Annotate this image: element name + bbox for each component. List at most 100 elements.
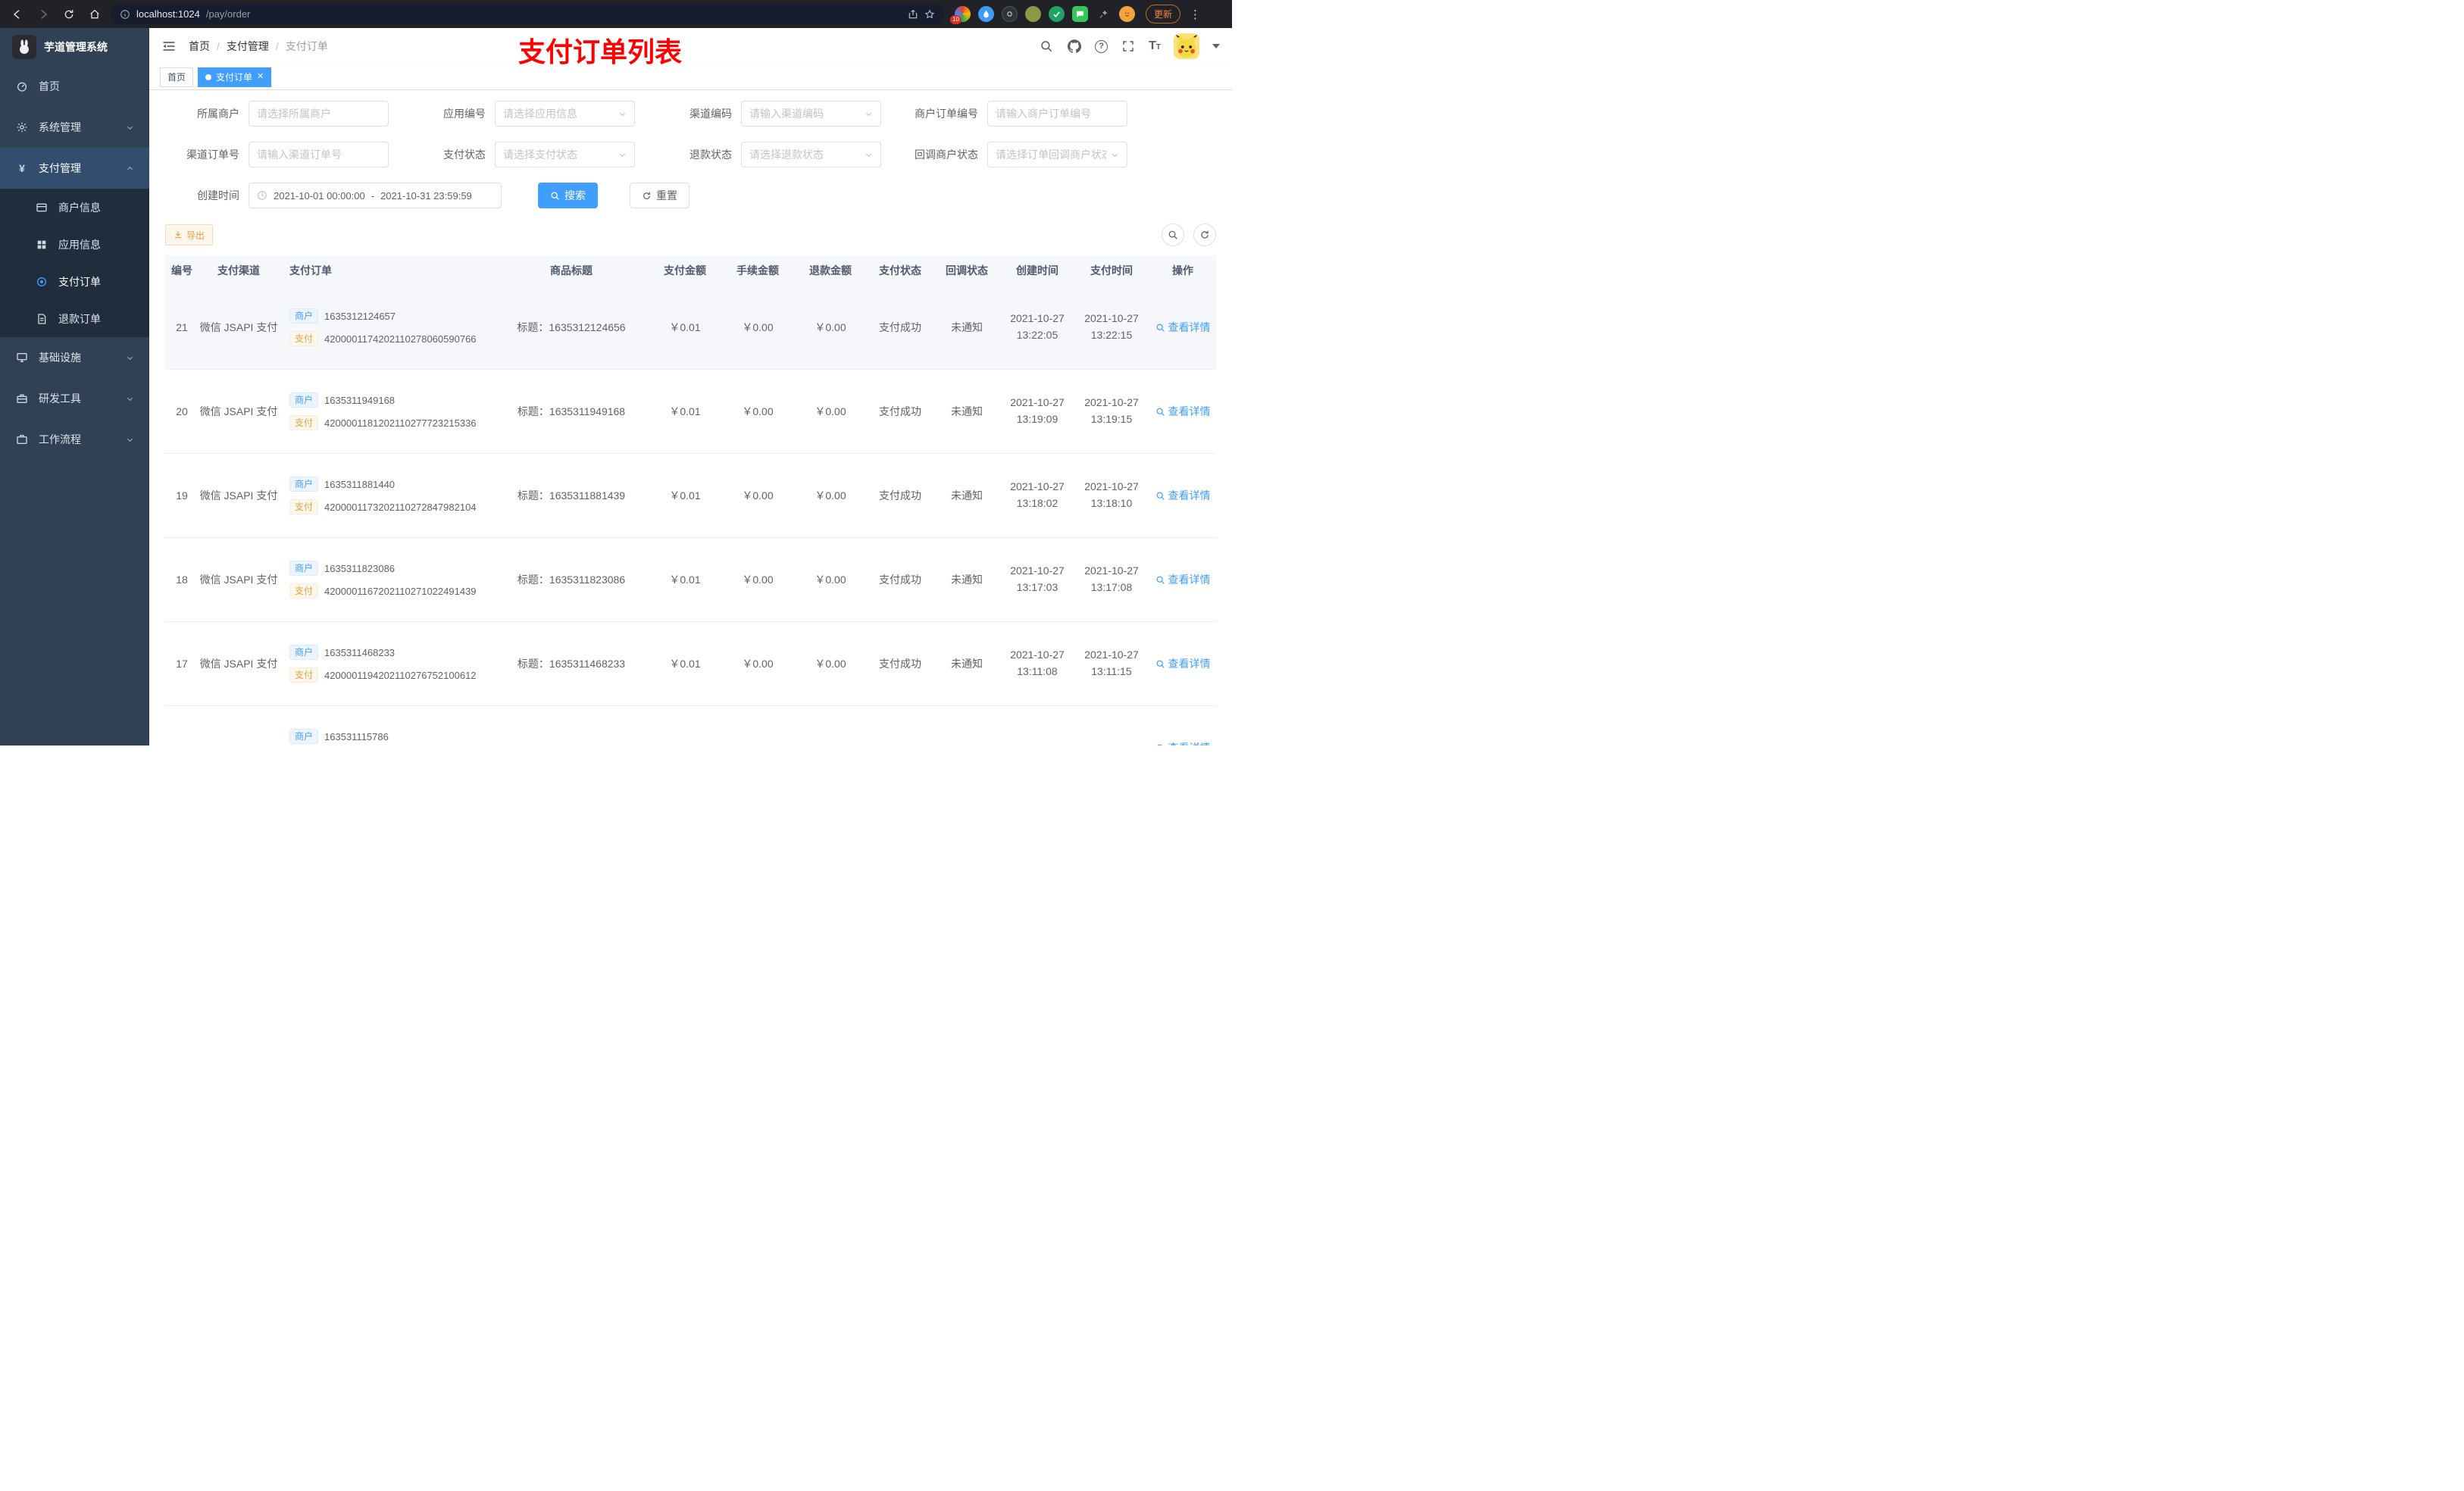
channel-code-select[interactable]: 请输入渠道编码 [741, 101, 881, 127]
sidebar-item-label: 应用信息 [58, 238, 101, 251]
reset-button[interactable]: 重置 [630, 183, 689, 208]
merchant-select[interactable]: 请选择所属商户 [249, 101, 389, 127]
back-icon[interactable] [8, 5, 27, 24]
refresh-table-button[interactable] [1193, 223, 1216, 246]
search-icon[interactable] [1039, 39, 1054, 54]
profile-avatar-icon[interactable] [1119, 6, 1135, 22]
sidebar-item-infrastructure[interactable]: 基础设施 [0, 337, 149, 378]
bookmark-star-icon[interactable] [924, 9, 935, 20]
sidebar-item-workflow[interactable]: 工作流程 [0, 419, 149, 460]
filter-field-merchant: 所属商户 请选择所属商户 [165, 101, 389, 127]
date-separator: - [371, 189, 375, 202]
cell-id: 17 [176, 658, 188, 670]
table-row: 19 微信 JSAPI 支付 商户 1635311881440 支付 42000… [165, 454, 1216, 538]
active-dot-icon [205, 73, 212, 80]
cell-refund: ￥0.00 [815, 321, 846, 333]
sidebar-item-pay-order[interactable]: 支付订单 [0, 263, 149, 300]
close-icon[interactable]: ✕ [257, 73, 264, 81]
table-row: 20 微信 JSAPI 支付 商户 1635311949168 支付 42000… [165, 370, 1216, 454]
table-row: 商户 163531115786 支付 查看详情 [165, 706, 1216, 746]
sidebar-item-merchant-info[interactable]: 商户信息 [0, 189, 149, 226]
cell-action: 查看详情 [1149, 320, 1217, 335]
merchant-order-no-input[interactable]: 请输入商户订单编号 [987, 101, 1127, 127]
extension-chat-icon[interactable] [1072, 6, 1088, 22]
col-pay-time: 支付时间 [1090, 264, 1133, 277]
create-date: 2021-10-27 [1010, 312, 1065, 325]
cell-notify: 未通知 [951, 658, 983, 670]
chevron-down-icon [865, 151, 873, 159]
merchant-order-no: 1635312124657 [324, 310, 396, 322]
pay-status-select[interactable]: 请选择支付状态 [495, 142, 635, 167]
tab-label: 支付订单 [216, 72, 253, 83]
sidebar-item-system[interactable]: 系统管理 [0, 107, 149, 148]
sidebar-fold-icon[interactable] [161, 39, 177, 54]
date-range-input[interactable]: 2021-10-01 00:00:00 - 2021-10-31 23:59:5… [249, 183, 502, 208]
logo-image [12, 35, 36, 59]
cell-refund: ￥0.00 [815, 658, 846, 670]
sidebar-item-label: 支付订单 [58, 275, 101, 288]
reload-icon[interactable] [59, 5, 79, 24]
refund-status-select[interactable]: 请选择退款状态 [741, 142, 881, 167]
merchant-tag: 商户 [289, 477, 319, 492]
app-id-select[interactable]: 请选择应用信息 [495, 101, 635, 127]
export-button[interactable]: 导出 [165, 224, 214, 245]
view-detail-link[interactable]: 查看详情 [1155, 572, 1211, 587]
sidebar-logo[interactable]: 芋道管理系统 [0, 28, 149, 66]
page-content: 所属商户 请选择所属商户 应用编号 请选择应用信息 渠道编码 请输入渠道编码 商… [149, 90, 1232, 746]
merchant-order-no: 163531115786 [324, 730, 389, 742]
sidebar-item-dev-tools[interactable]: 研发工具 [0, 378, 149, 419]
filter-field-notify-status: 回调商户状态 请选择订单回调商户状态 [904, 142, 1127, 167]
cell-notify: 未通知 [951, 321, 983, 333]
placeholder-text: 请输入渠道订单号 [257, 148, 342, 161]
extension-olive-icon[interactable] [1025, 6, 1041, 22]
notify-status-select[interactable]: 请选择订单回调商户状态 [987, 142, 1127, 167]
sidebar-item-label: 系统管理 [39, 121, 81, 133]
extension-pin-icon[interactable] [1096, 6, 1112, 22]
cell-create-time: 2021-10-27 13:11:08 [1000, 647, 1074, 680]
cell-id: 19 [176, 489, 188, 502]
tab-pay-order[interactable]: 支付订单 ✕ [198, 67, 272, 87]
breadcrumb-pay-management[interactable]: 支付管理 [227, 39, 269, 54]
extension-colorful-icon[interactable]: 10 [950, 6, 971, 24]
toggle-search-button[interactable] [1162, 223, 1184, 246]
document-icon [35, 312, 48, 326]
view-detail-link[interactable]: 查看详情 [1155, 656, 1211, 671]
tab-home[interactable]: 首页 [160, 67, 194, 87]
channel-order-no-input[interactable]: 请输入渠道订单号 [249, 142, 389, 167]
filter-label: 支付状态 [443, 148, 486, 161]
cell-amount: ￥0.01 [669, 405, 701, 417]
view-detail-link[interactable]: 查看详情 [1155, 740, 1211, 746]
cell-pay-order: 商户 1635311881440 支付 42000011732021102728… [279, 477, 494, 514]
avatar-caret-icon[interactable] [1212, 44, 1220, 48]
view-detail-link[interactable]: 查看详情 [1155, 320, 1211, 335]
chrome-menu-icon[interactable]: ⋮ [1187, 8, 1204, 21]
cell-amount: ￥0.01 [669, 658, 701, 670]
extension-dark-icon[interactable] [1002, 6, 1018, 22]
breadcrumb-separator: / [217, 40, 220, 52]
sidebar-item-label: 工作流程 [39, 433, 81, 445]
fullscreen-icon[interactable] [1121, 39, 1136, 54]
sidebar-item-home[interactable]: 首页 [0, 66, 149, 107]
github-icon[interactable] [1067, 39, 1082, 54]
view-detail-link[interactable]: 查看详情 [1155, 404, 1211, 419]
help-icon[interactable]: ? [1095, 39, 1108, 53]
breadcrumb-home[interactable]: 首页 [189, 39, 210, 54]
forward-icon[interactable] [33, 5, 53, 24]
sidebar-item-app-info[interactable]: 应用信息 [0, 226, 149, 263]
view-detail-link[interactable]: 查看详情 [1155, 488, 1211, 503]
url-bar[interactable]: localhost:1024/pay/order [111, 4, 944, 24]
sidebar-item-refund-order[interactable]: 退款订单 [0, 300, 149, 337]
search-button[interactable]: 搜索 [538, 183, 598, 208]
sidebar-item-payment[interactable]: ¥ 支付管理 [0, 148, 149, 189]
bunny-icon [20, 39, 29, 55]
extension-drop-icon[interactable] [978, 6, 994, 22]
share-icon[interactable] [908, 9, 918, 20]
user-avatar[interactable] [1174, 33, 1199, 59]
home-icon[interactable] [85, 5, 105, 24]
toolbar-right-tools [1162, 223, 1216, 246]
extension-check-icon[interactable] [1049, 6, 1065, 22]
font-size-icon[interactable]: TT [1149, 39, 1161, 53]
cell-status: 支付成功 [879, 658, 921, 670]
chrome-update-button[interactable]: 更新 [1146, 5, 1181, 23]
pay-tag: 支付 [289, 415, 319, 430]
